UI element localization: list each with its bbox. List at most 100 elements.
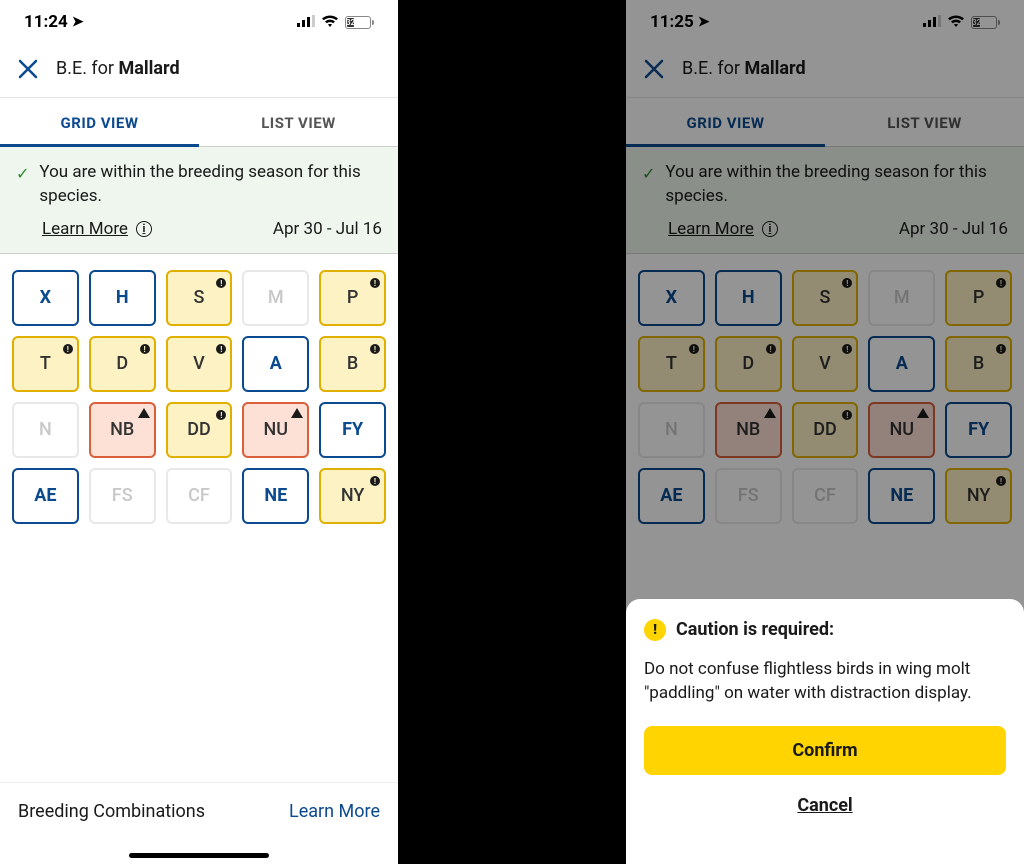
code-T[interactable]: T!: [12, 336, 79, 392]
code-label: NB: [110, 419, 134, 440]
code-label: AE: [34, 485, 56, 506]
caution-dot-icon: !: [370, 275, 380, 289]
code-NB[interactable]: NB: [89, 402, 156, 458]
code-FS[interactable]: FS: [715, 468, 782, 524]
code-N[interactable]: N: [638, 402, 705, 458]
code-D[interactable]: D!: [715, 336, 782, 392]
status-bar: 11:24 ➤ 32: [0, 0, 398, 44]
code-P[interactable]: P!: [319, 270, 386, 326]
code-grid: XHS!MP!T!D!V!AB!NNBDD!NUFYAEFSCFNENY!: [638, 270, 1012, 524]
caution-dot-icon: !: [216, 407, 226, 421]
code-AE[interactable]: AE: [638, 468, 705, 524]
code-FS[interactable]: FS: [89, 468, 156, 524]
code-V[interactable]: V!: [166, 336, 233, 392]
code-label: FY: [968, 419, 989, 440]
code-M[interactable]: M: [868, 270, 935, 326]
tabs: GRID VIEW LIST VIEW: [0, 98, 398, 147]
caution-dot-icon: !: [370, 341, 380, 355]
check-icon: ✓: [16, 163, 29, 185]
code-T[interactable]: T!: [638, 336, 705, 392]
code-NU[interactable]: NU: [242, 402, 309, 458]
tab-grid-view[interactable]: GRID VIEW: [0, 98, 199, 147]
code-NB[interactable]: NB: [715, 402, 782, 458]
tab-grid-view[interactable]: GRID VIEW: [626, 98, 825, 147]
code-NY[interactable]: NY!: [319, 468, 386, 524]
tab-list-view[interactable]: LIST VIEW: [825, 98, 1024, 147]
code-label: S: [820, 287, 831, 308]
caution-dot-icon: !: [996, 341, 1006, 355]
code-H[interactable]: H: [715, 270, 782, 326]
code-CF[interactable]: CF: [792, 468, 859, 524]
code-label: NU: [264, 419, 289, 440]
battery-icon: 32: [345, 16, 374, 29]
caution-dot-icon: !: [996, 275, 1006, 289]
tab-list-view[interactable]: LIST VIEW: [199, 98, 398, 147]
close-icon[interactable]: [644, 59, 664, 79]
code-M[interactable]: M: [242, 270, 309, 326]
banner-text: You are within the breeding season for t…: [665, 161, 1008, 209]
battery-icon: 32: [971, 16, 1000, 29]
caution-sheet: ! Caution is required: Do not confuse fl…: [626, 599, 1024, 864]
code-A[interactable]: A: [242, 336, 309, 392]
code-X[interactable]: X: [12, 270, 79, 326]
caution-triangle-icon: [917, 407, 929, 421]
code-label: V: [193, 353, 205, 374]
code-NU[interactable]: NU: [868, 402, 935, 458]
cellular-icon: [923, 12, 941, 32]
code-label: X: [666, 287, 677, 308]
status-time: 11:24: [24, 12, 68, 32]
code-label: A: [896, 353, 908, 374]
code-N[interactable]: N: [12, 402, 79, 458]
status-bar: 11:25 ➤ 32: [626, 0, 1024, 44]
code-NE[interactable]: NE: [868, 468, 935, 524]
code-NE[interactable]: NE: [242, 468, 309, 524]
code-label: N: [39, 419, 52, 440]
code-label: N: [665, 419, 678, 440]
code-label: H: [742, 287, 755, 308]
code-B[interactable]: B!: [945, 336, 1012, 392]
code-V[interactable]: V!: [792, 336, 859, 392]
location-icon: ➤: [698, 14, 710, 30]
phone-right: 11:25 ➤ 32 B.E. for Mallard GRID VIEW LI…: [626, 0, 1024, 864]
caution-triangle-icon: [138, 407, 150, 421]
code-label: NY: [967, 485, 991, 506]
header: B.E. for Mallard: [626, 44, 1024, 98]
code-CF[interactable]: CF: [166, 468, 233, 524]
code-label: M: [268, 287, 284, 308]
banner-date-range: Apr 30 - Jul 16: [899, 219, 1008, 239]
code-S[interactable]: S!: [792, 270, 859, 326]
tabs: GRID VIEW LIST VIEW: [626, 98, 1024, 147]
code-A[interactable]: A: [868, 336, 935, 392]
caution-dot-icon: !: [842, 341, 852, 355]
code-B[interactable]: B!: [319, 336, 386, 392]
code-NY[interactable]: NY!: [945, 468, 1012, 524]
footer: Breeding Combinations Learn More: [0, 782, 398, 864]
code-label: D: [116, 353, 128, 374]
code-label: NE: [890, 485, 913, 506]
code-S[interactable]: S!: [166, 270, 233, 326]
code-DD[interactable]: DD!: [792, 402, 859, 458]
code-P[interactable]: P!: [945, 270, 1012, 326]
page-title: B.E. for Mallard: [682, 58, 806, 79]
code-DD[interactable]: DD!: [166, 402, 233, 458]
code-H[interactable]: H: [89, 270, 156, 326]
code-X[interactable]: X: [638, 270, 705, 326]
code-D[interactable]: D!: [89, 336, 156, 392]
caution-dot-icon: !: [140, 341, 150, 355]
banner-learn-more[interactable]: Learn More i: [42, 219, 152, 239]
code-label: P: [973, 287, 985, 308]
info-icon: i: [762, 221, 778, 237]
code-FY[interactable]: FY: [319, 402, 386, 458]
footer-learn-more[interactable]: Learn More: [289, 801, 380, 822]
wifi-icon: [947, 12, 965, 32]
code-label: P: [347, 287, 359, 308]
code-AE[interactable]: AE: [12, 468, 79, 524]
close-icon[interactable]: [18, 59, 38, 79]
code-FY[interactable]: FY: [945, 402, 1012, 458]
caution-dot-icon: !: [766, 341, 776, 355]
confirm-button[interactable]: Confirm: [644, 726, 1006, 775]
banner-date-range: Apr 30 - Jul 16: [273, 219, 382, 239]
banner-learn-more[interactable]: Learn More i: [668, 219, 778, 239]
cancel-button[interactable]: Cancel: [644, 795, 1006, 816]
home-indicator[interactable]: [129, 853, 269, 858]
